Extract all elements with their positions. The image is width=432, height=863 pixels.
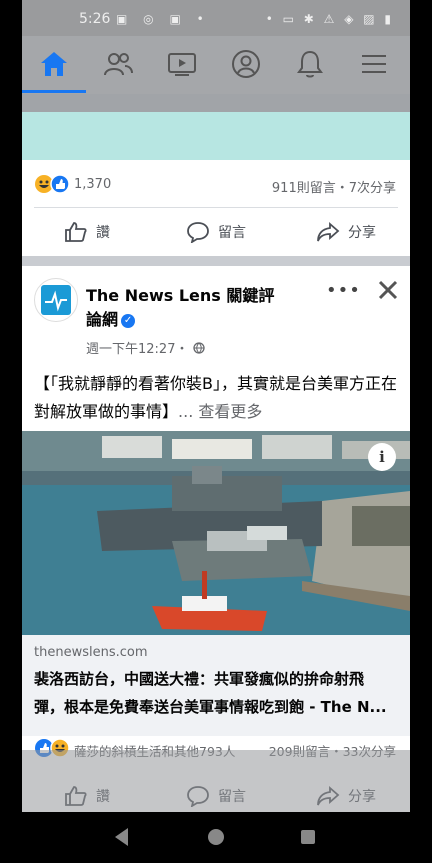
share-button[interactable]: 分享 <box>316 212 376 252</box>
see-more-link[interactable]: ... 查看更多 <box>178 402 262 421</box>
notifications-icon <box>297 50 323 78</box>
nav-watch-tab[interactable] <box>150 36 214 92</box>
nav-shadow <box>22 94 410 112</box>
previous-post-footer: 1,370 911則留言・7次分享 讚 留言 分享 <box>22 160 410 256</box>
page-name: The News Lens 關鍵評論網 <box>86 286 275 329</box>
app-screen: 5:26 ▣ ◎ ▣ • • ▭ ✱ ⚠ ◈ ▨ ▮ 1,370 911則留言・… <box>22 0 410 863</box>
profile-icon <box>232 50 260 78</box>
post-caption: 【「我就靜靜的看著你裝B」，其實就是台美軍方正在對解放軍做的事情】... 查看更… <box>34 370 400 426</box>
back-icon[interactable] <box>112 826 132 848</box>
friends-icon <box>104 53 133 76</box>
post-timestamp[interactable]: 週一下午12:27・ <box>86 342 188 357</box>
reaction-icons <box>34 174 72 198</box>
divider <box>34 207 398 208</box>
system-status-icons: • ▭ ✱ ⚠ ◈ ▨ ▮ <box>265 12 394 26</box>
home-icon <box>41 52 67 76</box>
comment-button[interactable]: 留言 <box>186 212 246 252</box>
harbor-photo <box>22 431 410 635</box>
share-label: 分享 <box>348 225 376 241</box>
feed-separator <box>22 256 410 266</box>
verified-badge-icon: ✓ <box>121 313 136 328</box>
comments-shares-count[interactable]: 911則留言・7次分享 <box>272 177 396 196</box>
reaction-count: 1,370 <box>74 177 112 192</box>
page-name-link[interactable]: The News Lens 關鍵評論網 ✓ <box>86 284 286 332</box>
link-headline-line2: 彈，根本是免費奉送台美軍事情報吃到飽 - The N... <box>34 698 387 716</box>
globe-icon <box>192 342 205 354</box>
link-domain: thenewslens.com <box>34 645 148 660</box>
reaction-summary[interactable]: 1,370 911則留言・7次分享 <box>34 174 398 196</box>
like-label: 讚 <box>96 225 110 241</box>
status-bar: 5:26 ▣ ◎ ▣ • • ▭ ✱ ⚠ ◈ ▨ ▮ <box>22 0 410 36</box>
link-preview[interactable]: thenewslens.com 裴洛西訪台，中國送大禮：共軍發瘋似的拚命射飛 彈… <box>22 635 410 736</box>
post-meta: 週一下午12:27・ <box>86 338 205 357</box>
ad-info-icon[interactable]: i <box>368 443 396 471</box>
nav-notifications-tab[interactable] <box>278 36 342 92</box>
link-preview-image[interactable]: i <box>22 431 410 635</box>
status-time: 5:26 <box>79 11 111 27</box>
link-headline-line1: 裴洛西訪台，中國送大禮：共軍發瘋似的拚命射飛 <box>34 670 365 688</box>
like-button[interactable]: 讚 <box>64 212 110 252</box>
share-icon <box>317 222 340 242</box>
notification-icons: ▣ ◎ ▣ • <box>116 12 210 26</box>
previous-post-image[interactable] <box>22 112 410 160</box>
comment-icon <box>187 222 209 243</box>
post-actions: 讚 留言 分享 <box>22 212 410 252</box>
nav-profile-tab[interactable] <box>214 36 278 92</box>
top-nav <box>22 36 410 94</box>
home-button-icon[interactable] <box>206 826 226 848</box>
bottom-overlay <box>22 750 410 812</box>
recents-icon[interactable] <box>298 826 318 848</box>
close-icon[interactable] <box>374 276 402 304</box>
news-post: The News Lens 關鍵評論網 ✓ 週一下午12:27・ ••• 【「我就… <box>22 266 410 736</box>
menu-icon <box>362 55 386 73</box>
active-tab-indicator <box>22 90 86 93</box>
android-nav-bar <box>0 812 432 863</box>
comment-label: 留言 <box>218 225 246 241</box>
news-lens-logo-icon <box>41 285 71 315</box>
thumbs-up-icon <box>65 222 87 242</box>
nav-home-tab[interactable] <box>22 36 86 92</box>
more-options-icon[interactable]: ••• <box>326 280 361 301</box>
page-avatar[interactable] <box>34 278 78 322</box>
watch-icon <box>168 53 196 76</box>
nav-menu-tab[interactable] <box>342 36 406 92</box>
nav-friends-tab[interactable] <box>86 36 150 92</box>
link-headline: 裴洛西訪台，中國送大禮：共軍發瘋似的拚命射飛 彈，根本是免費奉送台美軍事情報吃到… <box>34 665 398 721</box>
